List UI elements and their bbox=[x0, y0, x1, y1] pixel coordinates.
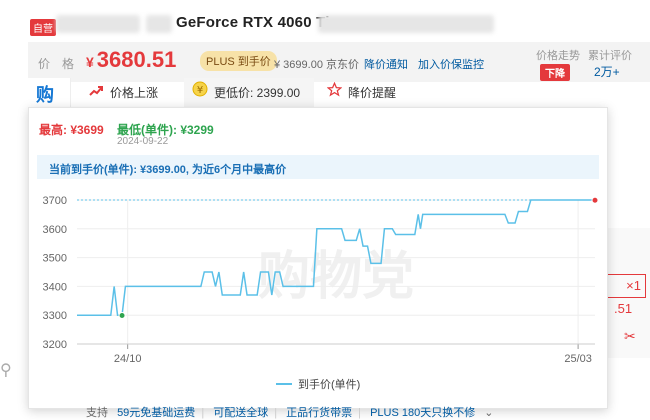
price-protect-monitor-link[interactable]: 加入价保监控 bbox=[418, 56, 484, 72]
max-point-marker bbox=[591, 196, 599, 204]
y-tick-label: 3200 bbox=[43, 339, 67, 351]
currency-symbol: ¥ bbox=[86, 54, 94, 70]
svg-text:¥: ¥ bbox=[197, 85, 203, 96]
scissors-icon: ✂ bbox=[624, 328, 636, 344]
price-row: 价格 ¥3680.51 PLUS 到手价 ¥ 3699.00 京东价 降价通知 … bbox=[28, 42, 650, 82]
price-history-chart[interactable]: 购物党32003300340035003600370024/10 25/03到手价… bbox=[29, 188, 607, 403]
y-tick-label: 3300 bbox=[43, 310, 67, 322]
product-title: GeForce RTX 4060 Ti bbox=[176, 14, 330, 31]
legend-label: 到手价(单件) bbox=[298, 377, 360, 391]
x-tick-label: 25/03 bbox=[564, 353, 592, 365]
current-price: ¥3680.51 bbox=[86, 47, 176, 73]
coin-icon: ¥ bbox=[192, 78, 208, 108]
y-tick-label: 3700 bbox=[43, 195, 67, 207]
price-value: 3680.51 bbox=[96, 47, 177, 72]
price-tracker-logo[interactable]: 购 bbox=[28, 78, 71, 108]
chevron-down-icon[interactable]: ⌄ bbox=[484, 407, 493, 419]
service-invoice[interactable]: 正品行货带票 bbox=[286, 407, 352, 419]
service-free-shipping[interactable]: 59元免基础运费 bbox=[117, 407, 195, 419]
current-price-note: 当前到手价(单件): ¥3699.00, 为近6个月中最高价 bbox=[37, 155, 599, 179]
price-rise-label: 价格上涨 bbox=[110, 86, 159, 100]
service-global-shipping[interactable]: 可配送全球 bbox=[213, 407, 268, 419]
redacted-title-prefix bbox=[56, 15, 140, 33]
trend-up-icon bbox=[88, 78, 104, 108]
search-icon[interactable]: ⚲ bbox=[0, 360, 12, 380]
price-rise-tab[interactable]: 价格上涨 bbox=[88, 78, 178, 108]
price-history-popup: 最高: ¥3699 最低(单件): ¥3299 2024-09-22 当前到手价… bbox=[28, 107, 608, 409]
price-alert-label: 降价提醒 bbox=[348, 86, 397, 100]
lower-price-label: 更低价: 2399.00 bbox=[214, 86, 301, 100]
y-tick-label: 3400 bbox=[43, 281, 67, 293]
price-trend-label: 价格走势 bbox=[536, 50, 580, 62]
price-label: 价格 bbox=[38, 57, 87, 71]
plus-price-tag: PLUS 到手价 bbox=[200, 51, 277, 71]
current-price-note-text: 当前到手价(单件): ¥3699.00, 为近6个月中最高价 bbox=[49, 164, 287, 176]
price-tracker-toolbar: 购 价格上涨 ¥ 更低价: 2399.00 降价提醒 bbox=[28, 78, 650, 108]
gouwudang-logo-icon: 购 bbox=[36, 85, 54, 105]
service-plus-exchange[interactable]: PLUS 180天只换不修 bbox=[370, 407, 475, 419]
min-point-marker bbox=[118, 311, 126, 319]
price-alert-tab[interactable]: 降价提醒 bbox=[316, 78, 416, 108]
y-tick-label: 3600 bbox=[43, 224, 67, 236]
redacted-title-prefix-2 bbox=[146, 15, 172, 33]
jd-price: ¥ 3699.00 京东价 bbox=[274, 59, 359, 71]
price-drop-notify-link[interactable]: 降价通知 bbox=[364, 56, 408, 72]
max-price: 最高: ¥3699 bbox=[39, 123, 104, 137]
self-operated-badge: 自营 bbox=[30, 19, 56, 36]
quantity-box[interactable]: ×1 bbox=[606, 274, 646, 298]
x-tick-label: 24/10 bbox=[114, 353, 142, 365]
redacted-title-suffix bbox=[318, 15, 494, 33]
y-tick-label: 3500 bbox=[43, 253, 67, 265]
service-footer: 支持 59元免基础运费 | 可配送全球 | 正品行货带票 | PLUS 180天只换不… bbox=[86, 407, 494, 419]
product-title-row: 自营 GeForce RTX 4060 Ti bbox=[0, 0, 650, 40]
price-extremes: 最高: ¥3699 最低(单件): ¥3299 bbox=[39, 121, 214, 138]
review-count-label: 累计评价 bbox=[588, 50, 632, 62]
lower-price-tab[interactable]: ¥ 更低价: 2399.00 bbox=[184, 78, 314, 108]
star-icon bbox=[326, 78, 342, 108]
min-price-date: 2024-09-22 bbox=[117, 136, 169, 147]
side-price-fragment: .51 bbox=[614, 301, 633, 316]
support-label: 支持 bbox=[86, 407, 108, 419]
